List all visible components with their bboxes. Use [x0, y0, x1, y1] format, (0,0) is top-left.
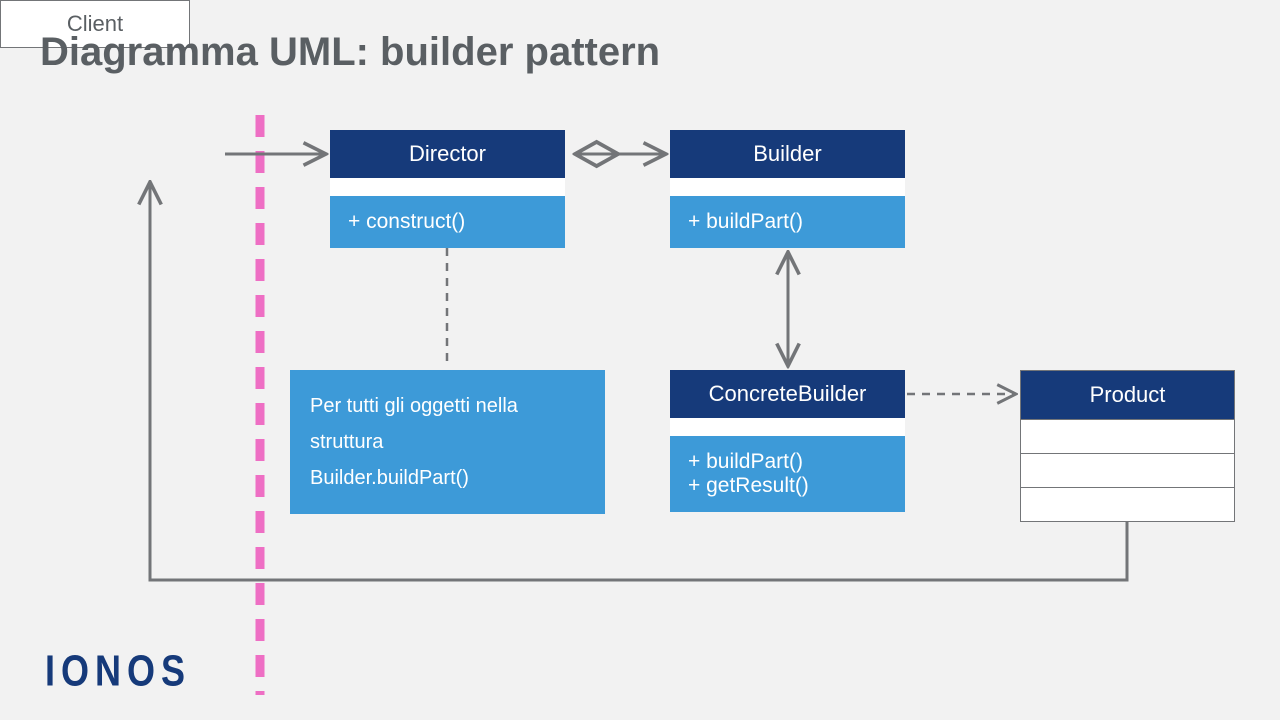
concrete-head: ConcreteBuilder — [670, 370, 905, 418]
uml-gap — [670, 418, 905, 436]
builder-box: Builder + buildPart() — [670, 130, 905, 248]
concrete-method1: + buildPart() — [688, 450, 887, 474]
product-row — [1021, 453, 1234, 487]
uml-gap — [330, 178, 565, 196]
note-line3: Builder.buildPart() — [310, 460, 585, 496]
director-box: Director + construct() — [330, 130, 565, 248]
product-head: Product — [1021, 371, 1234, 419]
note-line2: struttura — [310, 424, 585, 460]
product-row — [1021, 487, 1234, 521]
builder-head: Builder — [670, 130, 905, 178]
product-row — [1021, 419, 1234, 453]
page-title: Diagramma UML: builder pattern — [40, 30, 660, 75]
concrete-method2: + getResult() — [688, 474, 887, 498]
concrete-builder-box: ConcreteBuilder + buildPart() + getResul… — [670, 370, 905, 512]
director-method: + construct() — [330, 196, 565, 248]
builder-method: + buildPart() — [670, 196, 905, 248]
ionos-logo: IONOS — [45, 646, 191, 696]
concrete-methods: + buildPart() + getResult() — [670, 436, 905, 512]
note-line1: Per tutti gli oggetti nella — [310, 388, 585, 424]
connectors-layer — [0, 0, 1280, 720]
note-box: Per tutti gli oggetti nella struttura Bu… — [290, 370, 605, 514]
uml-gap — [670, 178, 905, 196]
director-head: Director — [330, 130, 565, 178]
product-box: Product — [1020, 370, 1235, 522]
